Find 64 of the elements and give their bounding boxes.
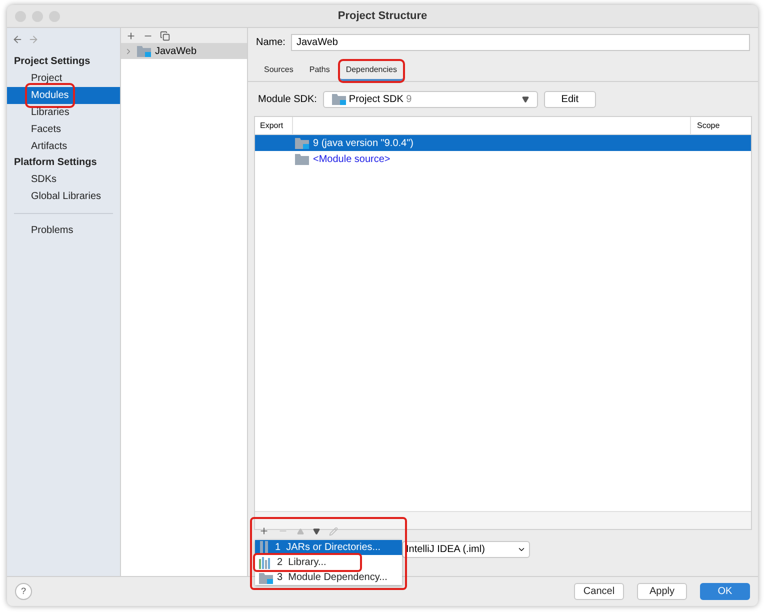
menu-item-label: 3 Module Dependency...	[277, 571, 388, 585]
add-icon[interactable]	[259, 526, 269, 536]
item-label: Facets	[30, 123, 62, 137]
storage-format-dropdown[interactable]: IntelliJ IDEA (.iml)	[402, 540, 530, 558]
sidebar-item[interactable]: Problems	[7, 222, 120, 239]
item-label: Project	[30, 72, 64, 86]
item-label: Libraries	[30, 106, 70, 120]
edit-button[interactable]: Edit	[544, 90, 596, 108]
module-sdk-label: Module SDK:	[258, 92, 317, 106]
sdk-folder-icon	[332, 93, 346, 105]
copy-icon[interactable]	[160, 30, 170, 40]
menu-item[interactable]: 1 JARs or Directories...	[255, 540, 402, 555]
storage-format-value: IntelliJ IDEA (.iml)	[406, 542, 485, 556]
expand-icon[interactable]	[124, 46, 133, 56]
module-tree-item[interactable]: JavaWeb	[121, 43, 247, 59]
dependency-name: <Module source>	[313, 152, 390, 166]
window-title: Project Structure	[338, 8, 428, 24]
item-label: Artifacts	[30, 140, 68, 154]
add-icon[interactable]	[126, 30, 136, 40]
menu-item-label: 2 Library...	[277, 556, 326, 570]
folder-icon	[295, 153, 309, 165]
sidebar-item[interactable]: SDKs	[7, 171, 120, 188]
name-field[interactable]: JavaWeb	[291, 34, 750, 51]
forward-icon[interactable]	[28, 34, 39, 44]
tab[interactable]: Sources	[258, 61, 300, 81]
column-header[interactable]: Scope	[691, 117, 751, 134]
sdk-folder-icon	[295, 137, 309, 149]
dialog-button[interactable]: Cancel	[574, 583, 624, 600]
dialog-button[interactable]: Apply	[637, 583, 687, 600]
section-heading: Platform Settings	[13, 156, 98, 170]
jar-icon	[259, 541, 271, 554]
module-folder-icon	[259, 572, 273, 584]
move-up-icon[interactable]	[297, 528, 304, 534]
module-folder-icon	[137, 45, 151, 57]
sidebar-item[interactable]: Facets	[7, 121, 120, 138]
menu-item[interactable]: 3 Module Dependency...	[255, 570, 402, 585]
sdk-dropdown[interactable]: Project SDK 9	[322, 90, 538, 108]
dependency-row[interactable]: <Module source>	[255, 151, 751, 167]
sidebar-item[interactable]: Project	[7, 70, 120, 87]
sidebar-item[interactable]: Global Libraries	[7, 188, 120, 205]
tab[interactable]: Paths	[303, 61, 336, 81]
column-header[interactable]: Export	[255, 117, 293, 134]
help-button[interactable]: ?	[15, 583, 32, 600]
menu-item[interactable]: 2 Library...	[255, 555, 360, 570]
menu-item-label: 1 JARs or Directories...	[275, 541, 381, 555]
section-heading: Project Settings	[13, 55, 92, 69]
dependency-name: 9 (java version "9.0.4")	[313, 136, 414, 150]
dependency-row[interactable]: 9 (java version "9.0.4")	[255, 135, 751, 151]
name-label: Name:	[256, 36, 286, 50]
item-label: Modules	[27, 85, 73, 106]
back-icon[interactable]	[12, 34, 23, 44]
item-label: SDKs	[30, 173, 58, 187]
sidebar-item[interactable]: Libraries	[7, 104, 120, 121]
edit-icon[interactable]	[329, 526, 338, 536]
move-down-icon[interactable]	[313, 528, 320, 534]
dropdown-arrow-icon	[522, 96, 529, 102]
sdk-value: Project SDK 9	[348, 92, 412, 106]
module-name: JavaWeb	[155, 44, 197, 58]
tab[interactable]: Dependencies	[340, 61, 403, 81]
item-label: Global Libraries	[30, 190, 102, 204]
item-label: Problems	[30, 224, 74, 238]
library-icon	[259, 556, 273, 568]
sidebar-item[interactable]: Artifacts	[7, 138, 120, 155]
ok-button[interactable]: OK	[700, 583, 750, 600]
